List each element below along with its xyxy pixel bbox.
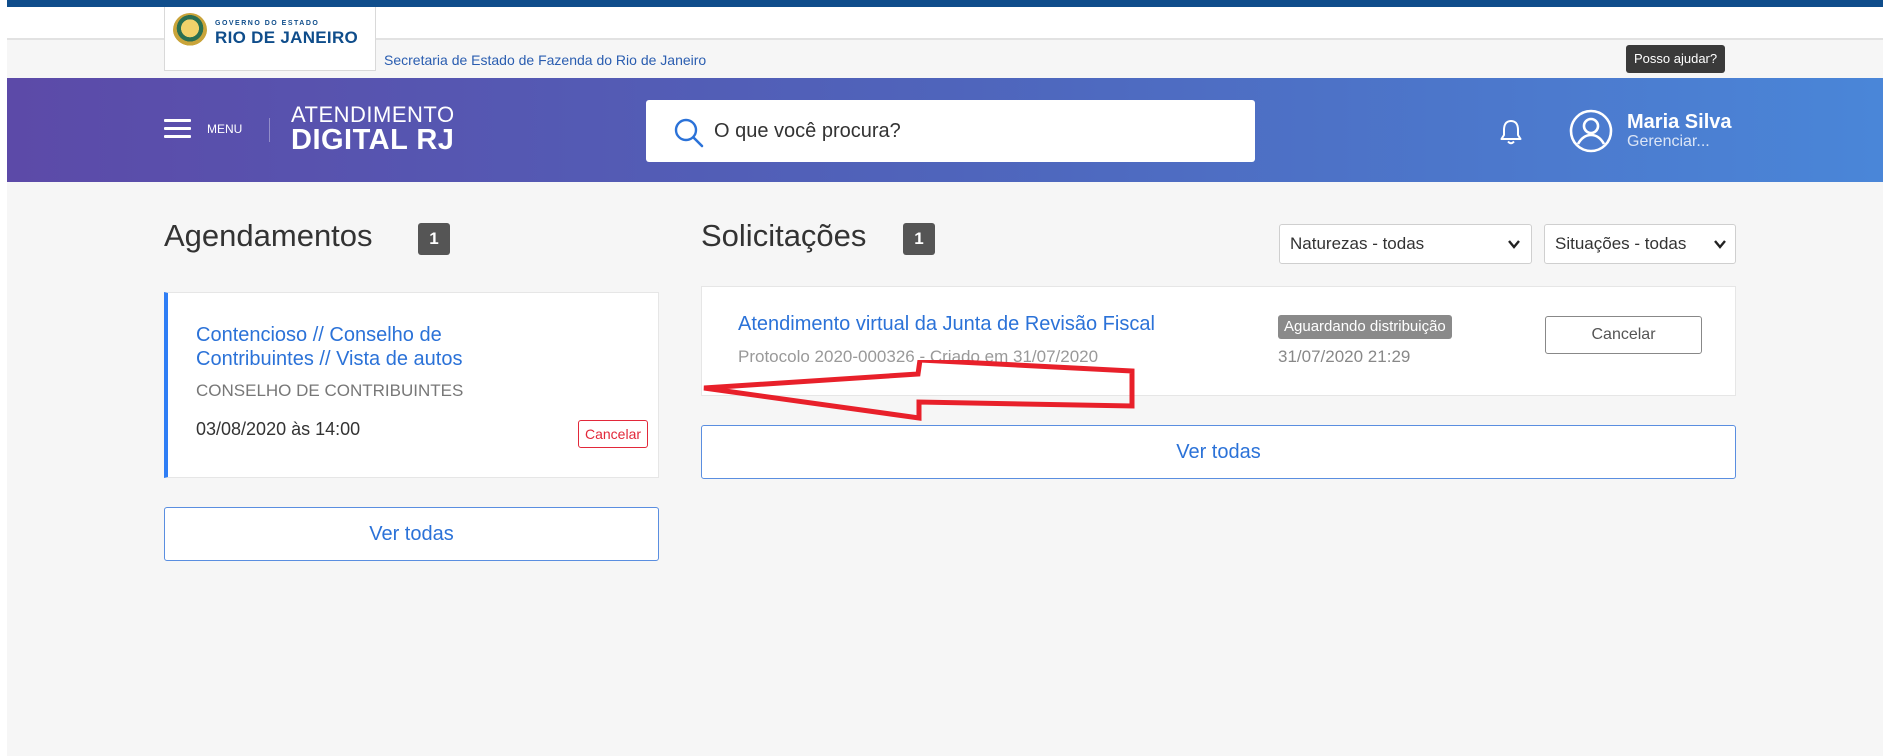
chevron-down-icon <box>1508 240 1520 249</box>
naturezas-filter-select[interactable]: Naturezas - todas <box>1279 224 1532 264</box>
agendamento-card: Contencioso // Conselho de Contribuintes… <box>164 292 659 478</box>
situacoes-filter-value: Situações - todas <box>1555 234 1687 253</box>
agendamentos-ver-todas-button[interactable]: Ver todas <box>164 507 659 561</box>
search-box[interactable] <box>646 100 1255 162</box>
solicitacoes-count-badge: 1 <box>903 223 935 255</box>
brand-bottom-text: DIGITAL RJ <box>291 124 455 156</box>
user-avatar-icon[interactable] <box>1569 109 1613 153</box>
secretaria-link[interactable]: Secretaria de Estado de Fazenda do Rio d… <box>384 52 706 68</box>
user-name[interactable]: Maria Silva <box>1627 111 1732 134</box>
header-divider <box>269 118 270 142</box>
bell-icon[interactable] <box>1499 118 1523 146</box>
gov-logo-big-text: RIO DE JANEIRO <box>215 28 359 47</box>
search-icon[interactable] <box>674 118 704 148</box>
app-header: MENU ATENDIMENTO DIGITAL RJ Maria Silva … <box>7 78 1883 182</box>
chevron-down-icon <box>1714 240 1726 249</box>
agendamento-org: CONSELHO DE CONTRIBUINTES <box>196 381 464 400</box>
agendamento-datetime: 03/08/2020 às 14:00 <box>196 419 361 439</box>
gov-stripe <box>7 0 1883 7</box>
hamburger-icon[interactable] <box>164 119 191 138</box>
status-badge: Aguardando distribuição <box>1278 315 1452 339</box>
search-input[interactable] <box>714 100 1234 162</box>
agendamentos-title: Agendamentos <box>164 218 373 253</box>
state-seal-icon <box>173 13 207 47</box>
agendamento-cancel-button[interactable]: Cancelar <box>578 420 649 448</box>
situacoes-filter-select[interactable]: Situações - todas <box>1544 224 1736 264</box>
menu-label[interactable]: MENU <box>207 122 242 136</box>
agendamento-title-link[interactable]: Contencioso // Conselho de Contribuintes… <box>196 323 526 371</box>
solicitacao-cancel-button[interactable]: Cancelar <box>1545 316 1702 354</box>
user-manage-link[interactable]: Gerenciar... <box>1627 133 1710 151</box>
naturezas-filter-value: Naturezas - todas <box>1290 234 1425 253</box>
solicitacao-title-link[interactable]: Atendimento virtual da Junta de Revisão … <box>738 313 1155 336</box>
solicitacao-datetime: 31/07/2020 21:29 <box>1278 347 1411 366</box>
gov-logo[interactable]: GOVERNO DO ESTADO RIO DE JANEIRO <box>164 7 376 71</box>
annotation-arrow-icon <box>703 360 1135 421</box>
agendamentos-count-badge: 1 <box>418 223 450 255</box>
help-button[interactable]: Posso ajudar? <box>1626 45 1726 73</box>
gov-logo-small-text: GOVERNO DO ESTADO <box>215 20 320 27</box>
solicitacoes-title: Solicitações <box>701 218 867 253</box>
